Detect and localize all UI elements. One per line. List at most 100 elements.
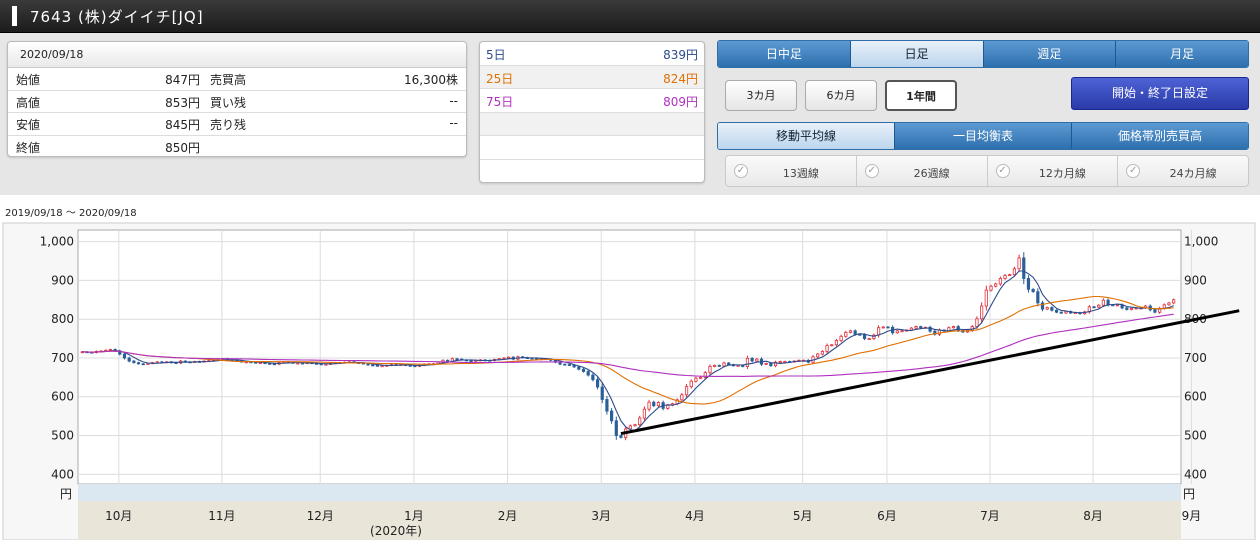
candle-up bbox=[689, 380, 693, 388]
candle-down bbox=[446, 359, 450, 362]
price-label: 高値 bbox=[16, 95, 41, 110]
y-tick-label-right: 500 bbox=[1184, 429, 1207, 443]
price-value: 845円 bbox=[165, 118, 200, 132]
candlestick-chart: 1,0001,000900900800800700700600600500500… bbox=[2, 222, 1256, 540]
ma-row-empty bbox=[480, 136, 704, 160]
ma-row-25: 25日 824円 bbox=[480, 65, 704, 89]
candle-up bbox=[1008, 274, 1012, 276]
ma-label: 75日 bbox=[486, 95, 514, 109]
candle-down bbox=[600, 386, 604, 400]
x-tick-label: 1月 bbox=[404, 509, 424, 523]
y-tick-label-left: 400 bbox=[51, 467, 74, 481]
x-tick-label: 5月 bbox=[793, 509, 813, 523]
candle-up bbox=[722, 362, 726, 367]
date-range-label: 2019/09/18 〜 2020/09/18 bbox=[5, 208, 137, 219]
candle-up bbox=[628, 425, 632, 430]
range-3m-button[interactable]: 3カ月 bbox=[725, 80, 797, 111]
price-label: 終値 bbox=[16, 140, 41, 155]
candle-up bbox=[825, 345, 829, 352]
y-tick-label-right: 400 bbox=[1184, 467, 1207, 481]
price-label: 買い残 bbox=[210, 95, 247, 110]
page-title: 7643 (株)ダイイチ[JQ] bbox=[30, 8, 204, 26]
range-1y-button[interactable]: 1年間 bbox=[885, 80, 957, 111]
candle-down bbox=[122, 353, 127, 359]
candle-up bbox=[867, 338, 871, 340]
candle-up bbox=[1012, 268, 1017, 275]
plot-area bbox=[77, 229, 1182, 485]
date-setting-button[interactable]: 開始・終了日設定 bbox=[1071, 77, 1249, 110]
ma-row-5: 5日 839円 bbox=[480, 42, 704, 66]
candle-up bbox=[998, 278, 1002, 285]
candle-up bbox=[755, 358, 759, 362]
candle-down bbox=[1153, 309, 1157, 313]
y-tick-label-left: 1,000 bbox=[40, 235, 74, 249]
candle-up bbox=[994, 283, 998, 287]
candle-up bbox=[980, 305, 984, 320]
checkbox-26-week[interactable]: ✓ 26週線 bbox=[857, 156, 988, 186]
ma-value: 839円 bbox=[663, 48, 698, 62]
candle-up bbox=[914, 326, 918, 329]
candle-down bbox=[1031, 288, 1035, 293]
candle-down bbox=[136, 362, 141, 365]
tab-volume-profile[interactable]: 価格帯別売買高 bbox=[1072, 123, 1248, 149]
candle-up bbox=[1129, 307, 1134, 310]
candle-down bbox=[1036, 291, 1040, 304]
candle-down bbox=[619, 435, 623, 438]
checkbox-12-month[interactable]: ✓ 12カ月線 bbox=[988, 156, 1119, 186]
candle-up bbox=[984, 289, 988, 307]
candle-up bbox=[736, 364, 740, 367]
candle-down bbox=[272, 363, 276, 366]
candle-up bbox=[1097, 304, 1101, 308]
candle-down bbox=[455, 358, 459, 361]
ma-row-empty bbox=[480, 112, 704, 136]
candle-down bbox=[750, 357, 754, 362]
checkbox-13-week[interactable]: ✓ 13週線 bbox=[726, 156, 857, 186]
tab-moving-average[interactable]: 移動平均線 bbox=[718, 123, 895, 149]
unit-strip bbox=[78, 484, 1181, 501]
price-value: 853円 bbox=[165, 95, 200, 110]
candle-up bbox=[642, 408, 646, 419]
candle-up bbox=[830, 344, 834, 347]
candle-up bbox=[506, 356, 511, 359]
candle-down bbox=[614, 420, 618, 436]
x-tick-label: 8月 bbox=[1083, 509, 1103, 523]
tab-intraday[interactable]: 日中足 bbox=[718, 41, 851, 67]
tab-ichimoku[interactable]: 一目均衡表 bbox=[895, 123, 1072, 149]
title-marker bbox=[12, 6, 17, 26]
candle-up bbox=[708, 366, 712, 374]
candle-up bbox=[380, 365, 384, 368]
y-tick-label-left: 500 bbox=[51, 429, 74, 443]
candle-up bbox=[816, 353, 820, 358]
y-unit-left: 円 bbox=[60, 487, 72, 501]
candle-up bbox=[296, 362, 300, 365]
range-6m-button[interactable]: 6カ月 bbox=[805, 80, 877, 111]
checkbox-24-month[interactable]: ✓ 24カ月線 bbox=[1118, 156, 1248, 186]
candle-up bbox=[324, 363, 328, 366]
candle-down bbox=[591, 374, 595, 381]
indicator-tabs: 移動平均線 一目均衡表 価格帯別売買高 bbox=[717, 122, 1249, 150]
candle-down bbox=[375, 364, 380, 367]
candle-up bbox=[1045, 307, 1049, 310]
ma-value: 824円 bbox=[663, 71, 698, 86]
tab-monthly[interactable]: 月足 bbox=[1116, 41, 1248, 67]
x-tick-label: 12月 bbox=[307, 509, 334, 523]
candle-down bbox=[919, 326, 923, 329]
candle-up bbox=[633, 424, 637, 427]
candle-down bbox=[727, 362, 731, 365]
candle-down bbox=[956, 326, 960, 331]
candle-down bbox=[132, 360, 136, 364]
price-date: 2020/09/18 bbox=[8, 42, 466, 68]
candle-up bbox=[694, 377, 698, 382]
y-tick-label-right: 1,000 bbox=[1184, 235, 1218, 249]
candle-up bbox=[1017, 257, 1021, 270]
candle-down bbox=[141, 363, 145, 366]
candle-up bbox=[656, 402, 661, 407]
price-value: 850円 bbox=[165, 140, 200, 155]
price-label: 売買高 bbox=[210, 73, 247, 87]
candle-down bbox=[563, 363, 567, 366]
candle-up bbox=[666, 404, 670, 409]
candle-up bbox=[764, 362, 768, 365]
tab-weekly[interactable]: 週足 bbox=[983, 41, 1117, 67]
tab-daily[interactable]: 日足 bbox=[850, 41, 984, 67]
year-label: (2020年) bbox=[370, 524, 422, 538]
